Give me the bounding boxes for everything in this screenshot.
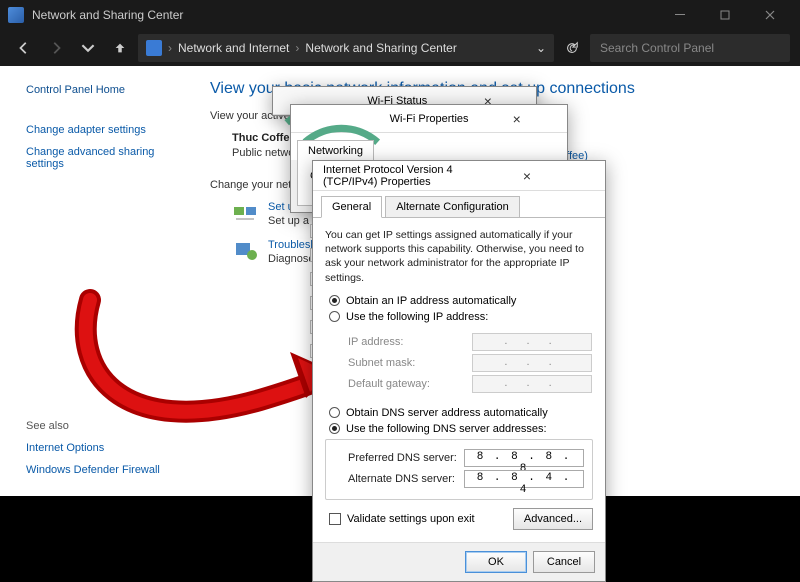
sidebar-link-firewall[interactable]: Windows Defender Firewall xyxy=(26,464,190,476)
radio-dns-auto[interactable]: Obtain DNS server address automatically xyxy=(329,407,593,419)
radio-ip-auto[interactable]: Obtain an IP address automatically xyxy=(329,295,593,307)
ip-address-label: IP address: xyxy=(348,336,403,348)
preferred-dns-label: Preferred DNS server: xyxy=(348,452,457,464)
tab-general[interactable]: General xyxy=(321,196,382,218)
preferred-dns-field[interactable]: 8 . 8 . 8 . 8 xyxy=(464,449,584,467)
validate-checkbox-row[interactable]: Validate settings upon exit Advanced... xyxy=(329,508,593,530)
breadcrumb[interactable]: › Network and Internet › Network and Sha… xyxy=(138,34,554,62)
dialog-button-row: OK Cancel xyxy=(313,542,605,581)
window-titlebar: Network and Sharing Center xyxy=(0,0,800,30)
radio-icon xyxy=(329,295,340,306)
navigation-bar: › Network and Internet › Network and Sha… xyxy=(0,30,800,66)
subnet-field: . . . xyxy=(472,354,592,372)
alternate-dns-label: Alternate DNS server: xyxy=(348,473,455,485)
forward-button[interactable] xyxy=(42,34,70,62)
close-icon[interactable]: × xyxy=(459,168,595,184)
help-text: You can get IP settings assigned automat… xyxy=(325,228,593,285)
breadcrumb-item[interactable]: Network and Internet xyxy=(178,41,289,55)
recent-dropdown[interactable] xyxy=(74,34,102,62)
ip-address-field: . . . xyxy=(472,333,592,351)
gateway-label: Default gateway: xyxy=(348,378,430,390)
radio-ip-manual[interactable]: Use the following IP address: xyxy=(329,311,593,323)
network-icon xyxy=(146,40,162,56)
sidebar: Control Panel Home Change adapter settin… xyxy=(0,66,190,496)
wifi-icon xyxy=(299,112,384,126)
alternate-dns-field[interactable]: 8 . 8 . 4 . 4 xyxy=(464,470,584,488)
app-icon xyxy=(8,7,24,23)
breadcrumb-item[interactable]: Network and Sharing Center xyxy=(305,41,456,55)
sidebar-home[interactable]: Control Panel Home xyxy=(26,84,190,96)
tab-alternate[interactable]: Alternate Configuration xyxy=(385,196,520,218)
back-button[interactable] xyxy=(10,34,38,62)
tab-row: General Alternate Configuration xyxy=(313,191,605,218)
see-also-label: See also xyxy=(26,420,190,432)
radio-label: Obtain an IP address automatically xyxy=(346,295,516,307)
subnet-label: Subnet mask: xyxy=(348,357,415,369)
dialog-title: Wi-Fi Properties xyxy=(390,113,475,125)
ok-button[interactable]: OK xyxy=(465,551,527,573)
radio-icon xyxy=(329,423,340,434)
advanced-button[interactable]: Advanced... xyxy=(513,508,593,530)
dialog-titlebar[interactable]: Wi-Fi Properties × xyxy=(291,105,567,133)
dialog-body: You can get IP settings assigned automat… xyxy=(313,218,605,542)
up-button[interactable] xyxy=(106,34,134,62)
sidebar-link-adapter[interactable]: Change adapter settings xyxy=(26,124,190,136)
close-button[interactable] xyxy=(747,0,792,30)
chevron-down-icon[interactable]: ⌄ xyxy=(536,41,546,55)
setup-icon xyxy=(232,201,260,225)
minimize-button[interactable] xyxy=(657,0,702,30)
radio-dns-manual[interactable]: Use the following DNS server addresses: xyxy=(329,423,593,435)
breadcrumb-separator: › xyxy=(295,41,299,55)
radio-icon xyxy=(329,311,340,322)
radio-label: Obtain DNS server address automatically xyxy=(346,407,548,419)
ip-fieldset: IP address: . . . Subnet mask: . . . Defau… xyxy=(325,327,593,403)
radio-icon xyxy=(329,407,340,418)
troubleshoot-sub: Diagnose xyxy=(268,253,314,265)
sidebar-link-internet-options[interactable]: Internet Options xyxy=(26,442,190,454)
refresh-button[interactable] xyxy=(558,34,586,62)
gateway-field: . . . xyxy=(472,375,592,393)
troubleshoot-icon xyxy=(232,239,260,263)
cancel-button[interactable]: Cancel xyxy=(533,551,595,573)
search-input[interactable]: Search Control Panel xyxy=(590,34,790,62)
maximize-button[interactable] xyxy=(702,0,747,30)
troubleshoot-link[interactable]: Troublesl xyxy=(268,239,314,251)
radio-label: Use the following IP address: xyxy=(346,311,488,323)
ipv4-properties-dialog: Internet Protocol Version 4 (TCP/IPv4) P… xyxy=(312,160,606,582)
close-icon[interactable]: × xyxy=(474,111,559,127)
dialog-titlebar[interactable]: Internet Protocol Version 4 (TCP/IPv4) P… xyxy=(313,161,605,191)
tab-networking[interactable]: Networking xyxy=(297,140,374,161)
setup-sub: Set up a xyxy=(268,215,309,227)
checkbox-icon xyxy=(329,513,341,525)
dialog-title: Internet Protocol Version 4 (TCP/IPv4) P… xyxy=(323,164,459,188)
radio-label: Use the following DNS server addresses: xyxy=(346,423,547,435)
checkbox-label: Validate settings upon exit xyxy=(347,513,475,525)
dns-fieldset: Preferred DNS server: 8 . 8 . 8 . 8 Alter… xyxy=(325,439,593,500)
sidebar-link-sharing[interactable]: Change advanced sharing settings xyxy=(26,146,190,170)
breadcrumb-separator: › xyxy=(168,41,172,55)
window-title: Network and Sharing Center xyxy=(32,8,657,22)
